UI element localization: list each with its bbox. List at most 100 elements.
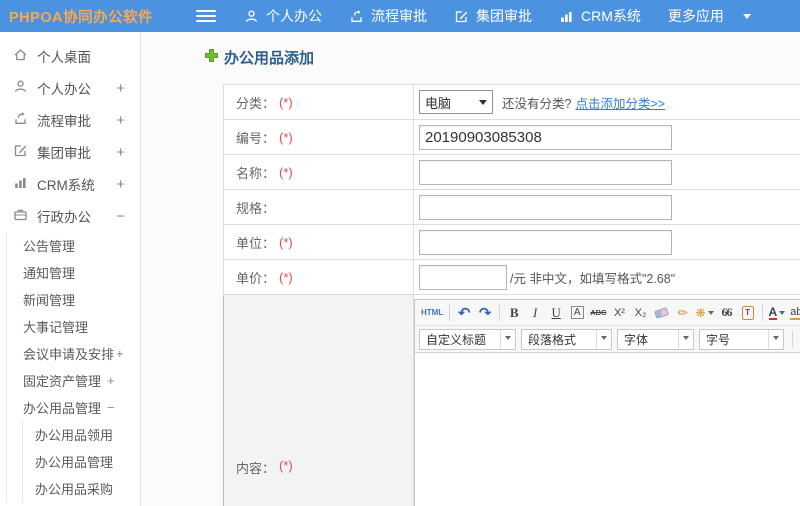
sidebar-item-news-mgmt[interactable]: 新闻管理: [7, 286, 140, 313]
form-row-spec: 规格：: [223, 190, 800, 225]
name-input[interactable]: [419, 159, 672, 185]
sidebar-item-meeting-request[interactable]: 会议申请及安排 +: [7, 340, 140, 367]
font-family-select[interactable]: 字体: [617, 328, 694, 350]
toolbar-separator: [499, 304, 501, 321]
topnav-workflow-approval[interactable]: 流程审批: [349, 6, 427, 26]
sidebar-item-personal-desktop[interactable]: 个人桌面: [0, 40, 140, 72]
caret-down-icon: [683, 335, 689, 343]
sidebar-item-office-supplies-mgmt[interactable]: 办公用品管理 −: [7, 394, 140, 421]
caret-down-icon: [742, 13, 751, 23]
sidebar-item-group-approval[interactable]: 集团审批 +: [0, 136, 140, 168]
eraser-button[interactable]: [651, 303, 671, 323]
workflow-icon: [13, 111, 28, 129]
font-color-button[interactable]: A: [767, 303, 788, 323]
expand-toggle[interactable]: +: [116, 144, 125, 161]
topnav-more-apps[interactable]: 更多应用: [668, 6, 751, 26]
price-input[interactable]: [419, 264, 507, 290]
page-title: 办公用品添加: [224, 50, 315, 67]
sidebar-item-supplies-purchase[interactable]: 办公用品采购: [23, 475, 140, 502]
edit-icon: [454, 9, 469, 24]
content-label: 内容：: [236, 461, 276, 476]
spec-input[interactable]: [419, 194, 672, 220]
app-logo: PHPOA协同办公软件: [9, 9, 154, 26]
bold-button[interactable]: B: [504, 303, 524, 323]
expand-toggle[interactable]: +: [116, 346, 124, 361]
required-marker: (*): [279, 129, 293, 145]
editor-toolbar-row1: HTML ↶ ↷ B I U A ABC X² X₂ ✏ ❋ 66 T A ab: [415, 300, 800, 326]
expand-toggle[interactable]: +: [116, 112, 125, 129]
add-category-link[interactable]: 点击添加分类>>: [575, 93, 665, 112]
workflow-icon: [349, 9, 364, 24]
editor-content-area[interactable]: [415, 353, 800, 506]
sidebar-item-announcement-mgmt[interactable]: 公告管理: [7, 232, 140, 259]
sidebar-item-workflow-approval[interactable]: 流程审批 +: [0, 104, 140, 136]
superscript-button[interactable]: X²: [609, 303, 629, 323]
editor-toolbar-row2: 自定义标题 段落格式 字体 字号: [415, 326, 800, 353]
spec-label: 规格：: [236, 200, 276, 216]
expand-toggle[interactable]: +: [116, 176, 125, 193]
home-icon: [13, 47, 28, 65]
italic-button[interactable]: I: [525, 303, 545, 323]
office-supplies-submenu: 办公用品领用 办公用品管理 办公用品采购: [22, 421, 140, 502]
undo-button[interactable]: ↶: [454, 303, 474, 323]
expand-toggle[interactable]: +: [116, 80, 125, 97]
price-label: 单价：: [236, 270, 276, 286]
sidebar-item-crm[interactable]: CRM系统 +: [0, 168, 140, 200]
collapse-toggle[interactable]: −: [116, 208, 125, 225]
required-marker: (*): [279, 458, 293, 473]
paste-button[interactable]: T: [738, 303, 758, 323]
caret-down-icon: [707, 311, 714, 318]
underline-button[interactable]: U: [546, 303, 566, 323]
form-row-name: 名称： (*): [223, 155, 800, 190]
boxed-text-button[interactable]: A: [570, 306, 584, 319]
blockquote-button[interactable]: 66: [717, 303, 737, 323]
eraser-icon: [654, 306, 669, 319]
subscript-button[interactable]: X₂: [630, 303, 650, 323]
form-row-unit: 单位： (*): [223, 225, 800, 260]
caret-down-icon: [779, 311, 786, 318]
category-hint: 还没有分类?: [502, 96, 572, 111]
collapse-toggle[interactable]: −: [107, 400, 115, 415]
sidebar-item-fixed-assets[interactable]: 固定资产管理 +: [7, 367, 140, 394]
sidebar: 个人桌面 个人办公 + 流程审批 + 集团审批 + CRM系统 + 行政办公 −…: [0, 32, 141, 506]
person-icon: [13, 79, 28, 97]
magic-pen-button[interactable]: ❋: [693, 303, 715, 323]
sidebar-item-supplies-manage[interactable]: 办公用品管理: [23, 448, 140, 475]
menu-toggle-icon[interactable]: [196, 10, 216, 22]
page-title-row: 办公用品添加: [205, 47, 800, 68]
code-label: 编号：: [236, 130, 276, 146]
strikethrough-button[interactable]: ABC: [588, 303, 608, 323]
category-select[interactable]: 电脑: [419, 90, 493, 114]
text-highlight-button[interactable]: ab: [788, 303, 800, 323]
paragraph-format-select[interactable]: 段落格式: [521, 328, 612, 350]
html-source-button[interactable]: HTML: [419, 303, 445, 323]
expand-toggle[interactable]: +: [107, 373, 115, 388]
form-row-price: 单价： (*) /元 非中文，如填写格式"2.68": [223, 260, 800, 295]
toolbar-separator: [761, 304, 763, 321]
sidebar-item-events-mgmt[interactable]: 大事记管理: [7, 313, 140, 340]
custom-heading-select[interactable]: 自定义标题: [419, 328, 516, 350]
sidebar-item-supplies-claim[interactable]: 办公用品领用: [23, 421, 140, 448]
edit-icon: [13, 143, 28, 161]
unit-label: 单位：: [236, 235, 276, 251]
topnav-personal-office[interactable]: 个人办公: [244, 6, 322, 26]
rich-text-editor: HTML ↶ ↷ B I U A ABC X² X₂ ✏ ❋ 66 T A ab…: [414, 299, 800, 506]
sidebar-item-notice-mgmt[interactable]: 通知管理: [7, 259, 140, 286]
paste-icon: T: [741, 305, 754, 320]
topnav-crm[interactable]: CRM系统: [559, 6, 641, 26]
bar-chart-icon: [13, 175, 28, 193]
caret-down-icon: [505, 335, 511, 343]
unit-input[interactable]: [419, 229, 672, 255]
sidebar-item-personal-office[interactable]: 个人办公 +: [0, 72, 140, 104]
briefcase-icon: [13, 207, 28, 225]
code-input[interactable]: [419, 124, 672, 150]
topnav-group-approval[interactable]: 集团审批: [454, 6, 532, 26]
page-body: 个人桌面 个人办公 + 流程审批 + 集团审批 + CRM系统 + 行政办公 −…: [0, 32, 800, 506]
form-row-content: 内容： (*) HTML ↶ ↷ B I U A ABC X² X₂ ✏ ❋ 6…: [223, 295, 800, 506]
format-brush-button[interactable]: ✏: [672, 303, 692, 323]
redo-button[interactable]: ↷: [475, 303, 495, 323]
top-navigation: 个人办公 流程审批 集团审批 CRM系统 更多应用: [244, 6, 751, 26]
sidebar-item-admin-office[interactable]: 行政办公 −: [0, 200, 140, 232]
font-size-select[interactable]: 字号: [699, 328, 784, 350]
toolbar-separator: [449, 304, 451, 321]
